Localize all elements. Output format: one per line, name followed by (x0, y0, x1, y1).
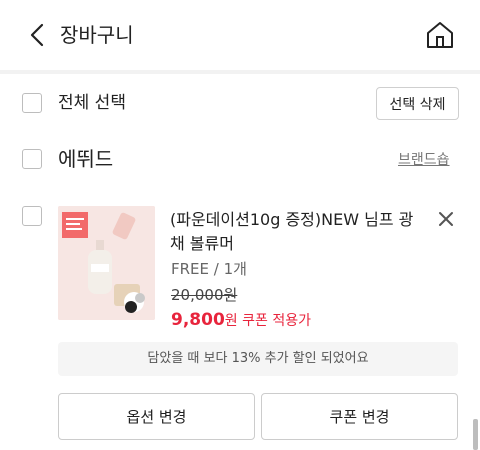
chevron-left-icon[interactable] (26, 22, 50, 48)
scrollbar-thumb[interactable] (473, 419, 478, 450)
brand-shop-link[interactable]: 브랜드숍 (398, 150, 450, 170)
home-icon[interactable] (424, 20, 456, 50)
delete-selected-button[interactable]: 선택 삭제 (376, 87, 459, 120)
brand-name: 에뛰드 (58, 147, 114, 171)
close-icon[interactable] (437, 210, 455, 228)
coupon-price-note: 원 쿠폰 적용가 (224, 313, 311, 329)
select-all-checkbox[interactable] (22, 93, 42, 113)
product-option: FREE / 1개 (171, 260, 247, 278)
change-option-button[interactable]: 옵션 변경 (58, 393, 255, 440)
header-divider (0, 70, 480, 74)
select-all-label: 전체 선택 (58, 93, 126, 113)
product-image[interactable] (58, 206, 155, 320)
change-coupon-button[interactable]: 쿠폰 변경 (261, 393, 458, 440)
sale-price-row: 9,800원 쿠폰 적용가 (171, 308, 311, 333)
product-thumbnail-graphic (58, 206, 155, 320)
cart-header: 장바구니 (0, 0, 480, 70)
product-title[interactable]: (파운데이션10g 증정)NEW 님프 광채 볼류머 (170, 208, 420, 256)
page-title: 장바구니 (60, 23, 134, 47)
original-price: 20,000원 (171, 286, 238, 304)
discount-banner: 담았을 때 보다 13% 추가 할인 되었어요 (58, 342, 458, 376)
brand-checkbox[interactable] (22, 149, 42, 169)
sale-price: 9,800 (171, 310, 225, 330)
item-checkbox[interactable] (22, 206, 42, 226)
